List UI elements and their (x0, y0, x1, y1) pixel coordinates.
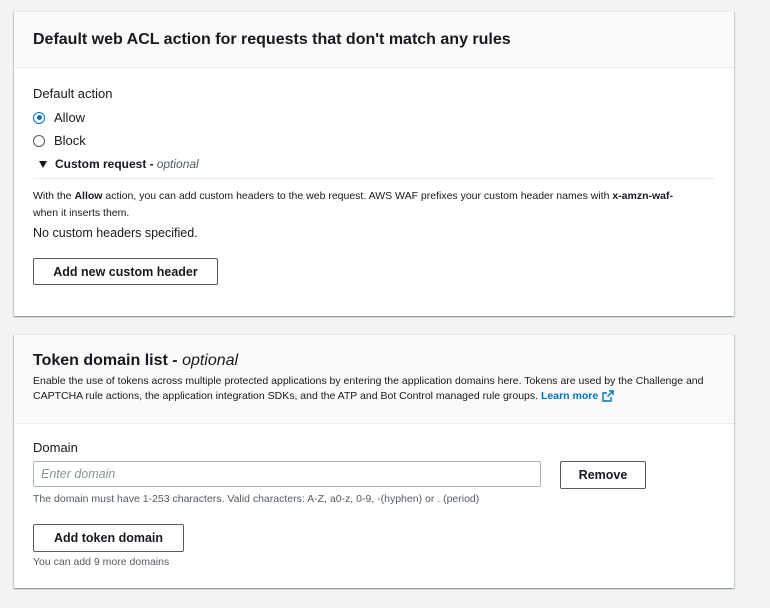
expander-divider (33, 178, 715, 179)
desc-prefix: With the (33, 190, 75, 202)
remove-domain-button[interactable]: Remove (560, 461, 646, 489)
caret-down-icon[interactable] (39, 160, 47, 168)
radio-block[interactable]: Block (33, 133, 715, 148)
radio-block-control[interactable] (33, 134, 45, 147)
external-link-icon[interactable] (602, 390, 614, 402)
domain-constraint-text: The domain must have 1-253 characters. V… (33, 493, 480, 505)
domain-label: Domain (33, 440, 78, 455)
radio-allow-label[interactable]: Allow (54, 110, 85, 125)
radio-allow[interactable]: Allow (33, 110, 715, 125)
radio-allow-control[interactable] (33, 111, 45, 124)
default-action-title: Default web ACL action for requests that… (33, 30, 511, 48)
token-domain-title: Token domain list - optional (33, 352, 715, 370)
add-custom-header-button[interactable]: Add new custom header (33, 258, 218, 285)
token-domain-description: Enable the use of tokens across multiple… (33, 374, 715, 404)
add-token-domain-button[interactable]: Add token domain (33, 524, 184, 552)
custom-request-expander[interactable]: Custom request - optional (33, 156, 715, 172)
token-domain-optional: optional (182, 352, 239, 369)
default-action-body: Default action Allow Block Custom reques… (14, 68, 734, 285)
desc-middle: action, you can add custom headers to th… (102, 190, 613, 202)
token-domain-panel: Token domain list - optional Enable the … (14, 334, 734, 588)
desc-code: x-amzn-waf- (612, 190, 674, 202)
default-action-label: Default action (33, 86, 113, 101)
learn-more-link[interactable]: Learn more (541, 390, 598, 402)
custom-request-label[interactable]: Custom request - (55, 157, 154, 171)
custom-request-optional: optional (156, 157, 199, 171)
desc-bold: Allow (74, 190, 103, 202)
token-domain-title-text: Token domain list - (33, 352, 178, 369)
domain-input[interactable] (33, 461, 541, 487)
radio-block-label[interactable]: Block (54, 133, 86, 148)
default-action-header: Default web ACL action for requests that… (14, 12, 734, 68)
remaining-domains-text: You can add 9 more domains (33, 556, 170, 568)
default-action-panel: Default web ACL action for requests that… (14, 11, 734, 316)
no-headers-text: No custom headers specified. (33, 226, 198, 240)
token-domain-header: Token domain list - optional Enable the … (14, 335, 734, 424)
desc-suffix: when it inserts them. (33, 207, 130, 219)
custom-request-description: With the Allow action, you can add custo… (33, 188, 715, 222)
